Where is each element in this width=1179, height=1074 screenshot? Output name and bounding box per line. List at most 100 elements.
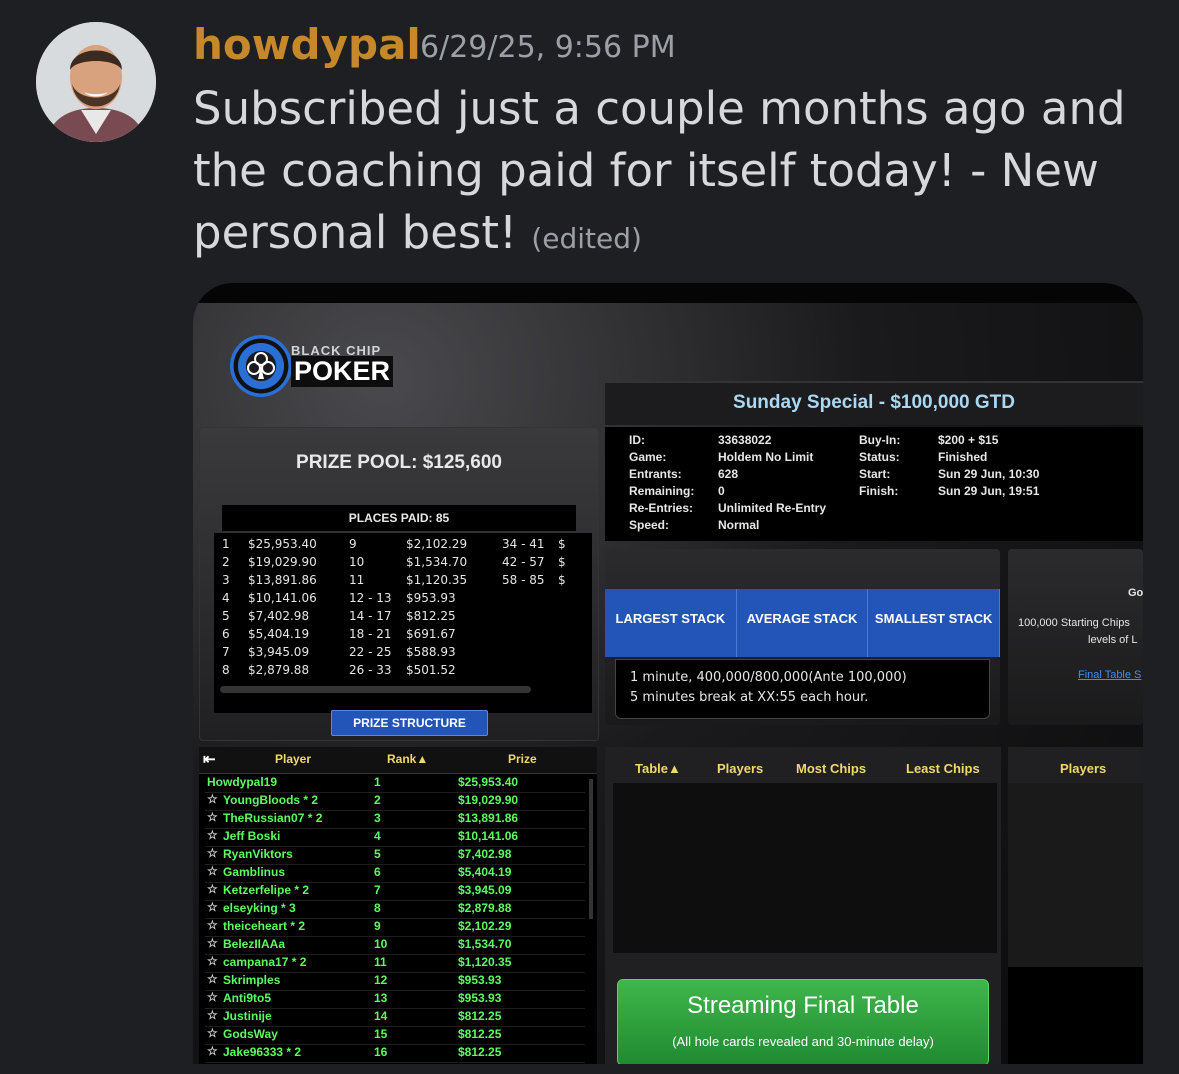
- player-row[interactable]: ☆ BelezIIAAa 10 $1,534.70: [205, 936, 585, 955]
- prize-table-scrollbar[interactable]: [220, 686, 531, 693]
- prize-cell: $10,141.06: [248, 591, 317, 605]
- collapse-arrow-icon[interactable]: ⇤: [203, 750, 216, 768]
- prize-cell: 18 - 21: [349, 627, 392, 641]
- player-name: YoungBloods * 2: [223, 793, 319, 807]
- message-timestamp: 6/29/25, 9:56 PM: [420, 30, 676, 65]
- prize-cell: 42 - 57: [502, 555, 545, 569]
- info-value: $200 + $15: [938, 433, 999, 447]
- prize-cell: 12 - 13: [349, 591, 392, 605]
- player-row[interactable]: ☆ Justinije 14 $812.25: [205, 1008, 585, 1027]
- prize-cell: 3: [222, 573, 230, 587]
- player-row[interactable]: ☆ TheRussian07 * 2 3 $13,891.86: [205, 810, 585, 829]
- favorite-star-icon[interactable]: ☆: [207, 990, 218, 1004]
- player-prize: $3,945.09: [458, 883, 512, 897]
- player-name: Jake96333 * 2: [223, 1045, 302, 1059]
- prize-cell: $812.25: [406, 609, 456, 623]
- break-info: 5 minutes break at XX:55 each hour.: [630, 690, 869, 705]
- info-label: Finish:: [859, 484, 899, 498]
- favorite-star-icon[interactable]: ☆: [207, 1008, 218, 1022]
- player-prize: $2,879.88: [458, 901, 512, 915]
- player-prize: $953.93: [458, 973, 502, 987]
- player-prize: $19,029.90: [458, 793, 519, 807]
- prize-cell: $1,534.70: [406, 555, 468, 569]
- player-row[interactable]: ☆ Anti9to5 13 $953.93: [205, 990, 585, 1009]
- player-row[interactable]: ☆ Skrimples 12 $953.93: [205, 972, 585, 991]
- player-rank: 8: [374, 901, 381, 915]
- player-row[interactable]: ☆ RyanViktors 5 $7,402.98: [205, 846, 585, 865]
- player-name: theiceheart * 2: [223, 919, 306, 933]
- username[interactable]: howdypal: [193, 20, 421, 69]
- info-value: 33638022: [718, 433, 772, 447]
- prize-cell: 5: [222, 609, 230, 623]
- favorite-star-icon[interactable]: ☆: [207, 882, 218, 896]
- prize-cell: $953.93: [406, 591, 456, 605]
- prize-cell: 7: [222, 645, 230, 659]
- description-fragment: Go: [1128, 587, 1143, 599]
- stack-header: SMALLEST STACK: [868, 589, 1000, 657]
- player-name: RyanViktors: [223, 847, 293, 861]
- player-row[interactable]: ☆ Jeff Boski 4 $10,141.06: [205, 828, 585, 847]
- players-scrollbar[interactable]: [589, 779, 593, 919]
- tables-column-header[interactable]: Most Chips: [796, 761, 866, 776]
- player-row[interactable]: ☆ elseyking * 3 8 $2,879.88: [205, 900, 585, 919]
- favorite-star-icon[interactable]: ☆: [207, 900, 218, 914]
- player-name: Anti9to5: [223, 991, 271, 1005]
- blinds-info: 1 minute, 400,000/800,000(Ante 100,000) …: [615, 659, 990, 719]
- favorite-star-icon[interactable]: ☆: [207, 1044, 218, 1058]
- prize-cell: $2,879.88: [248, 663, 310, 677]
- black-chip-logo-icon: [230, 335, 292, 397]
- favorite-star-icon[interactable]: ☆: [207, 792, 218, 806]
- final-table-link[interactable]: Final Table S: [1078, 669, 1141, 681]
- tables-header: Table▲ Players Most Chips Least Chips: [605, 755, 1001, 781]
- player-name: elseyking * 3: [223, 901, 296, 915]
- favorite-star-icon[interactable]: ☆: [207, 864, 218, 878]
- prize-cell: $7,402.98: [248, 609, 310, 623]
- player-row[interactable]: ☆ Ketzerfelipe * 2 7 $3,945.09: [205, 882, 585, 901]
- info-value: Sun 29 Jun, 19:51: [938, 484, 1040, 498]
- column-player[interactable]: Player: [275, 752, 311, 766]
- prize-cell: $588.93: [406, 645, 456, 659]
- player-rank: 10: [374, 937, 388, 951]
- player-prize: $13,891.86: [458, 811, 519, 825]
- player-name: Justinije: [223, 1009, 272, 1023]
- favorite-star-icon[interactable]: ☆: [207, 954, 218, 968]
- player-name: TheRussian07 * 2: [223, 811, 323, 825]
- user-avatar[interactable]: [36, 22, 156, 142]
- prize-cell: 8: [222, 663, 230, 677]
- player-name: Skrimples: [223, 973, 281, 987]
- player-row[interactable]: ☆ Jake96333 * 2 16 $812.25: [205, 1044, 585, 1063]
- favorite-star-icon[interactable]: ☆: [207, 828, 218, 842]
- stack-panel: LARGEST STACK AVERAGE STACK SMALLEST STACK…: [605, 549, 1000, 725]
- favorite-star-icon[interactable]: ☆: [207, 918, 218, 932]
- favorite-star-icon[interactable]: ☆: [207, 846, 218, 860]
- player-row[interactable]: ☆ Gamblinus 6 $5,404.19: [205, 864, 585, 883]
- description-line1: 100,000 Starting Chips: [1018, 617, 1130, 629]
- player-row[interactable]: ☆ campana17 * 2 11 $1,120.35: [205, 954, 585, 973]
- tournament-description-panel: Go 100,000 Starting Chips levels of L Fi…: [1008, 549, 1143, 725]
- column-prize[interactable]: Prize: [508, 752, 537, 766]
- tables-column-header[interactable]: Least Chips: [906, 761, 980, 776]
- prize-pool-total: PRIZE POOL: $125,600: [296, 452, 502, 473]
- favorite-star-icon[interactable]: ☆: [207, 1026, 218, 1040]
- info-label: Buy-In:: [859, 433, 901, 447]
- column-rank[interactable]: Rank▲: [387, 752, 428, 766]
- prize-cell: 2: [222, 555, 230, 569]
- player-prize: $953.93: [458, 991, 502, 1005]
- player-prize: $7,402.98: [458, 847, 512, 861]
- tables-column-header[interactable]: Players: [717, 761, 763, 776]
- tournament-title: Sunday Special - $100,000 GTD: [605, 381, 1143, 425]
- favorite-star-icon[interactable]: ☆: [207, 936, 218, 950]
- player-row[interactable]: ☆ YoungBloods * 2 2 $19,029.90: [205, 792, 585, 811]
- favorite-star-icon[interactable]: ☆: [207, 972, 218, 986]
- player-row[interactable]: ☆ theiceheart * 2 9 $2,102.29: [205, 918, 585, 937]
- tables-column-header[interactable]: Table▲: [635, 761, 681, 776]
- attached-image[interactable]: BLACK CHIP POKER Sunday Special - $100,0…: [193, 283, 1143, 1064]
- prize-cell: 9: [349, 537, 357, 551]
- player-row[interactable]: Howdypal19 1 $25,953.40: [205, 774, 585, 793]
- info-value: Normal: [718, 518, 760, 532]
- favorite-star-icon[interactable]: ☆: [207, 810, 218, 824]
- player-row[interactable]: ☆ GodsWay 15 $812.25: [205, 1026, 585, 1045]
- prize-cell: $2,102.29: [406, 537, 468, 551]
- prize-structure-button[interactable]: PRIZE STRUCTURE: [331, 710, 488, 736]
- streaming-final-table-button[interactable]: Streaming Final Table (All hole cards re…: [617, 979, 989, 1064]
